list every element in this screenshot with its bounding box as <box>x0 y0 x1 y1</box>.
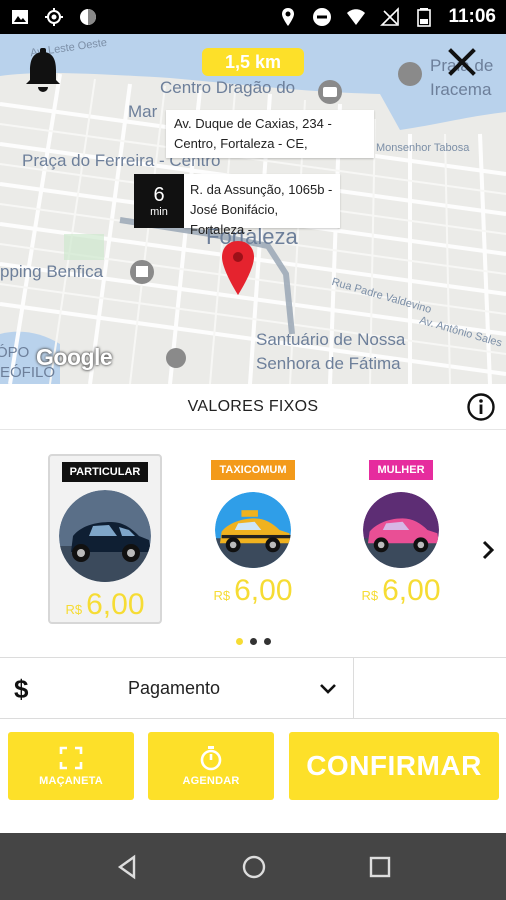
price-value: 6,00 <box>234 574 293 607</box>
category-price: R$ 6,00 <box>361 574 440 608</box>
car-taxi-icon <box>215 492 291 568</box>
category-badge: TAXICOMUM <box>211 460 295 480</box>
category-card-mulher[interactable]: MULHER R$ 6,00 <box>344 454 458 624</box>
carousel-pagination <box>236 638 271 645</box>
info-icon[interactable] <box>466 392 496 422</box>
fixed-values-header: VALORES FIXOS <box>0 384 506 430</box>
chevron-down-icon[interactable] <box>318 680 338 698</box>
map-place-label: ÓPO <box>0 344 30 361</box>
map-place-label: Senhora de Fátima <box>256 354 401 373</box>
category-price: R$ 6,00 <box>65 588 144 622</box>
pagination-dot-active[interactable] <box>236 638 243 645</box>
chevron-right-icon[interactable] <box>478 538 498 562</box>
category-badge: MULHER <box>369 460 433 480</box>
price-value: 6,00 <box>382 574 441 607</box>
map-place-label: pping Benfica <box>0 262 104 281</box>
price-currency: R$ <box>361 588 379 603</box>
recents-icon[interactable] <box>366 853 394 881</box>
map-place-label: Mar <box>128 102 158 121</box>
crosshair-icon <box>45 8 63 26</box>
origin-address-line: Centro, Fortaleza - CE, <box>174 136 308 151</box>
map-view[interactable]: Av. Leste Oeste Centro Dragão do Mar Pra… <box>0 34 506 384</box>
pagination-dot[interactable] <box>250 638 257 645</box>
macaneta-label: MAÇANETA <box>39 775 103 787</box>
eta-box: 6 min <box>134 174 184 228</box>
macaneta-button[interactable]: MAÇANETA <box>8 732 134 800</box>
agendar-button[interactable]: AGENDAR <box>148 732 274 800</box>
confirm-button[interactable]: CONFIRMAR <box>289 732 499 800</box>
destination-address-line: R. da Assunção, 1065b - <box>190 182 333 197</box>
map-place-label: Santuário de Nossa <box>256 330 406 349</box>
signal-off-icon <box>380 7 400 26</box>
category-badge: PARTICULAR <box>61 462 149 482</box>
location-pin-icon <box>282 8 295 26</box>
system-nav-bar <box>0 833 506 900</box>
bell-icon[interactable] <box>22 46 64 94</box>
wifi-icon <box>347 9 366 25</box>
do-not-disturb-icon <box>313 8 332 26</box>
close-icon[interactable] <box>446 46 478 78</box>
payment-selector[interactable]: $ Pagamento <box>0 658 354 718</box>
category-card-taxicomum[interactable]: TAXICOMUM R$ 6,00 <box>196 454 310 624</box>
category-carousel: PARTICULAR R$ 6,00 TAXICOMUM R$ 6,00 MUL… <box>0 430 506 656</box>
category-card-particular[interactable]: PARTICULAR R$ 6,00 <box>48 454 162 624</box>
action-buttons: MAÇANETA AGENDAR CONFIRMAR <box>0 720 506 832</box>
back-icon[interactable] <box>114 853 142 881</box>
category-price: R$ 6,00 <box>213 574 292 608</box>
battery-icon <box>417 8 432 27</box>
stopwatch-icon <box>200 746 222 771</box>
car-mulher-icon <box>363 492 439 568</box>
price-currency: R$ <box>213 588 231 603</box>
google-logo: Google <box>36 344 113 370</box>
distance-badge: 1,5 km <box>202 48 304 76</box>
map-place-label: Iracema <box>430 80 492 99</box>
payment-extra-field[interactable] <box>354 658 506 718</box>
map-place-label: Centro Dragão do <box>160 78 296 97</box>
expand-icon <box>59 746 83 770</box>
destination-address-bubble: R. da Assunção, 1065b - José Bonifácio, … <box>184 174 340 237</box>
dollar-icon: $ <box>14 674 29 704</box>
status-time: 11:06 <box>448 6 496 27</box>
origin-address-bubble: Av. Duque de Caxias, 234 - Centro, Forta… <box>166 110 374 158</box>
origin-address-line: Av. Duque de Caxias, 234 - <box>174 116 332 131</box>
map-street-label: Monsenhor Tabosa <box>376 142 470 154</box>
section-title: VALORES FIXOS <box>187 397 319 415</box>
status-bar: 11:06 <box>0 0 506 34</box>
agendar-label: AGENDAR <box>182 775 240 787</box>
destination-address-line: José Bonifácio, Fortaleza - <box>190 202 279 237</box>
car-particular-icon <box>59 490 151 582</box>
map-pin-icon <box>222 241 254 295</box>
payment-row: $ Pagamento <box>0 657 506 719</box>
price-value: 6,00 <box>86 588 145 621</box>
pagination-dot[interactable] <box>264 638 271 645</box>
home-icon[interactable] <box>240 853 268 881</box>
image-icon <box>12 10 28 24</box>
app-screen: 11:06 Av. Leste Oeste Centro Dragão do M… <box>0 0 506 900</box>
eta-unit: min <box>150 206 168 218</box>
payment-label: Pagamento <box>128 678 221 698</box>
price-currency: R$ <box>65 602 83 617</box>
circle-icon <box>80 9 96 25</box>
eta-value: 6 <box>153 184 165 206</box>
